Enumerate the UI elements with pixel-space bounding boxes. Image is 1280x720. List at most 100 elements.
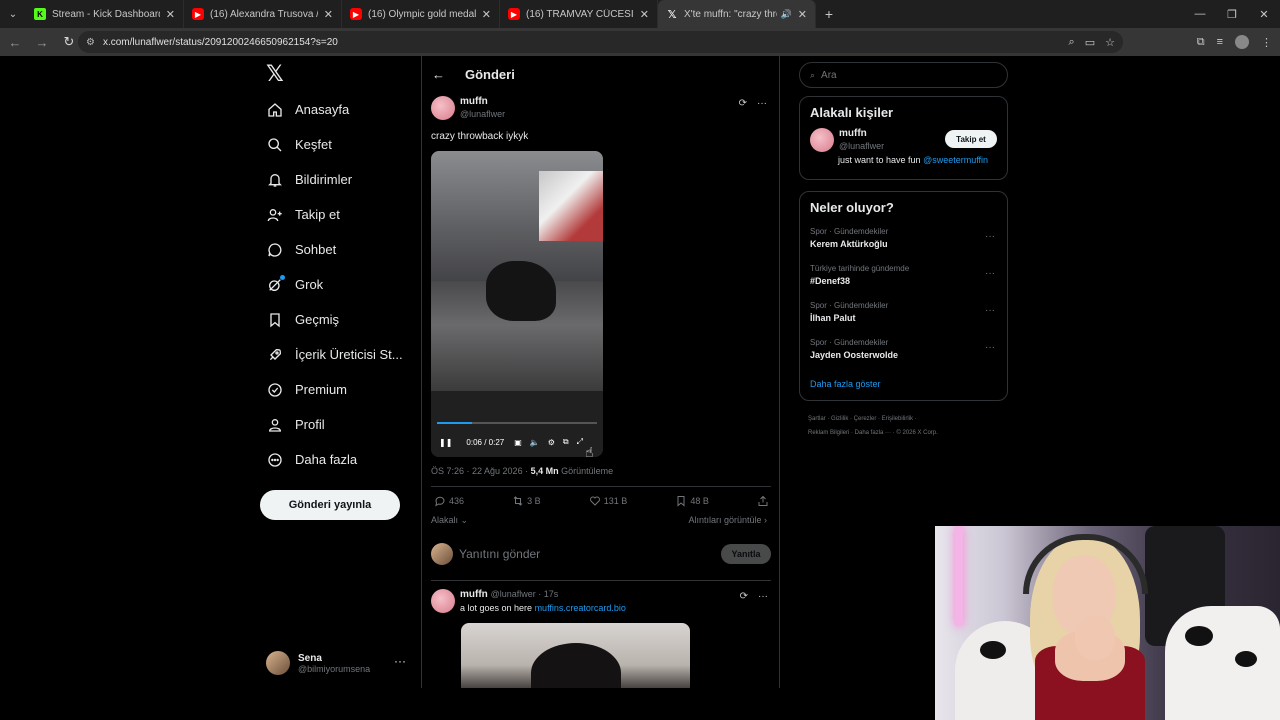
quotes-label: Alıntıları görüntüle (688, 515, 762, 525)
more-dots-icon[interactable]: ··· (394, 654, 406, 668)
bookmark-action[interactable]: 48 B (675, 495, 709, 507)
pip-icon[interactable]: ⧉ (563, 437, 569, 447)
sidebar-nav: Anasayfa Keşfet Bildirimler Takip et Soh… (266, 92, 403, 477)
browser-tab[interactable]: K Stream - Kick Dashboard ✕ (26, 0, 184, 28)
sidebar-item-home[interactable]: Anasayfa (266, 92, 403, 127)
sidebar-item-follow[interactable]: Takip et (266, 197, 403, 232)
zoom-icon[interactable]: ⌕ (1069, 36, 1075, 49)
sidebar-item-premium[interactable]: Premium (266, 372, 403, 407)
avatar[interactable] (810, 128, 834, 152)
tab-search-button[interactable]: ⌄ (0, 0, 26, 28)
trend-item[interactable]: Spor · Gündemdekiler Kerem Aktürkoğlu ··… (800, 223, 1007, 260)
reply-post[interactable]: muffn @lunaflwer · 17s a lot goes on her… (431, 589, 771, 688)
settings-icon[interactable]: ⚙ (548, 438, 555, 447)
browser-tab[interactable]: ▶ (16) TRAMVAY CÜCESİ - YouTub ✕ (500, 0, 658, 28)
relevant-person[interactable]: muffn @lunaflwer just want to have fun @… (800, 128, 1007, 171)
grok-icon (266, 274, 285, 294)
sidebar-item-creator-studio[interactable]: İçerik Üreticisi St... (266, 337, 403, 372)
more-dots-icon[interactable]: ··· (985, 268, 995, 279)
browser-tab[interactable]: ▶ (16) Olympic gold medalist Aly ✕ (342, 0, 500, 28)
sort-relevance[interactable]: Alakalı ⌄ (431, 515, 468, 526)
author-name[interactable]: muffn (460, 96, 505, 107)
author-handle[interactable]: @lunaflwer (460, 109, 505, 119)
sidebar-item-explore[interactable]: Keşfet (266, 127, 403, 162)
trend-name: Kerem Aktürkoğlu (810, 239, 888, 249)
share-action[interactable] (757, 495, 769, 507)
more-dots-icon[interactable]: ··· (985, 305, 995, 316)
video-progress-bar[interactable] (437, 422, 597, 424)
more-dots-icon[interactable]: ··· (757, 98, 767, 109)
site-info-icon[interactable]: ⚙ (86, 37, 95, 48)
close-icon[interactable]: ✕ (640, 8, 649, 21)
more-dots-icon[interactable]: ··· (985, 342, 995, 353)
sidebar-item-label: Premium (295, 382, 348, 397)
close-icon[interactable]: ✕ (324, 8, 333, 21)
browser-tab[interactable]: ▶ (16) Alexandra Trusova / Olymp ✕ (184, 0, 342, 28)
sidebar-item-more[interactable]: Daha fazla (266, 442, 403, 477)
footer-line[interactable]: Reklam Bilgileri · Daha fazla ··· · © 20… (808, 426, 1008, 440)
more-dots-icon[interactable]: ··· (985, 231, 995, 242)
sidebar-item-notifications[interactable]: Bildirimler (266, 162, 403, 197)
fullscreen-icon[interactable]: ⤢ (577, 437, 583, 447)
video-player[interactable]: ❚❚ 0:06 / 0:27 ▣ 🔈 ⚙ ⧉ ⤢ (431, 151, 603, 457)
star-icon[interactable]: ☆ (1105, 36, 1115, 49)
avatar[interactable] (431, 96, 455, 120)
trend-item[interactable]: Spor · Gündemdekiler İlhan Palut ··· (800, 297, 1007, 334)
repost-action[interactable]: 3 B (512, 495, 541, 507)
address-bar[interactable]: ⚙ x.com/lunaflwer/status/209120024665096… (78, 31, 1123, 53)
search-input[interactable]: ⌕ Ara (799, 62, 1008, 88)
reply-image[interactable] (461, 623, 690, 688)
sidebar-item-chat[interactable]: Sohbet (266, 232, 403, 267)
back-icon[interactable]: ← (3, 30, 27, 54)
sidebar-item-label: Profil (295, 417, 325, 432)
trends-title: Neler oluyor? (810, 200, 894, 215)
speaker-icon[interactable]: 🔊 (781, 9, 792, 20)
trend-item[interactable]: Türkiye tarihinde gündemde #Denef38 ··· (800, 260, 1007, 297)
media-controls-icon[interactable]: ≡ (1217, 36, 1223, 48)
reply-link[interactable]: muffins.creatorcard.bio (535, 603, 626, 613)
browser-tab-active[interactable]: 𝕏 X'te muffn: "crazy throwbac 🔊 ✕ (658, 0, 816, 28)
browser-menu-icon[interactable]: ⋮ (1261, 36, 1272, 49)
grok-explain-icon[interactable]: ⟳ (740, 591, 748, 602)
close-window-icon[interactable]: ✕ (1248, 0, 1280, 28)
trend-item[interactable]: Spor · Gündemdekiler Jayden Oosterwolde … (800, 334, 1007, 371)
restore-icon[interactable]: ❐ (1216, 0, 1248, 28)
close-icon[interactable]: ✕ (166, 8, 175, 21)
reply-input[interactable]: Yanıtını gönder (459, 547, 721, 561)
view-quotes-link[interactable]: Alıntıları görüntüle › (688, 515, 767, 525)
post-author[interactable]: muffn @lunaflwer (431, 96, 505, 120)
post-timestamp[interactable]: ÖS 7:26 · 22 Ağu 2026 · (431, 466, 531, 476)
extensions-icon[interactable]: ⧉ (1197, 36, 1205, 49)
sidebar-item-profile[interactable]: Profil (266, 407, 403, 442)
minimize-icon[interactable]: — (1184, 0, 1216, 28)
back-arrow-icon[interactable]: ← (432, 67, 465, 82)
new-tab-button[interactable]: + (816, 6, 842, 22)
reply-composer[interactable]: Yanıtını gönder Yanıtla (431, 541, 771, 567)
close-icon[interactable]: ✕ (482, 8, 491, 21)
sidebar-item-bookmarks[interactable]: Geçmiş (266, 302, 403, 337)
volume-icon[interactable]: 🔈 (530, 438, 540, 447)
show-more-link[interactable]: Daha fazla göster (800, 371, 1007, 401)
follow-button[interactable]: Takip et (945, 130, 997, 148)
sidebar-item-grok[interactable]: Grok (266, 267, 403, 302)
reply-button[interactable]: Yanıtla (721, 544, 771, 564)
more-dots-icon[interactable]: ··· (758, 591, 768, 602)
webcam-overlay (935, 526, 1280, 720)
footer-line[interactable]: Şartlar · Gizlilik · Çerezler · Erişileb… (808, 412, 1008, 426)
streamer-hand (1075, 616, 1115, 660)
profile-avatar[interactable] (1235, 35, 1249, 49)
cast-icon[interactable]: ▭ (1085, 36, 1095, 49)
post-button[interactable]: Gönderi yayınla (260, 490, 400, 520)
reply-action[interactable]: 436 (434, 495, 464, 507)
like-action[interactable]: 131 B (589, 495, 627, 507)
account-switcher[interactable]: Sena @bilmiyorumsena ··· (266, 648, 410, 678)
bio-link[interactable]: @sweetermuffin (923, 155, 988, 165)
avatar[interactable] (431, 589, 455, 613)
captions-icon[interactable]: ▣ (514, 438, 522, 447)
grok-explain-icon[interactable]: ⟳ (739, 98, 747, 109)
reply-author-name[interactable]: muffn (460, 589, 488, 600)
x-logo-icon[interactable]: 𝕏 (266, 63, 286, 85)
close-icon[interactable]: ✕ (798, 8, 807, 21)
pause-icon[interactable]: ❚❚ (439, 438, 452, 447)
forward-icon[interactable]: → (30, 30, 54, 54)
